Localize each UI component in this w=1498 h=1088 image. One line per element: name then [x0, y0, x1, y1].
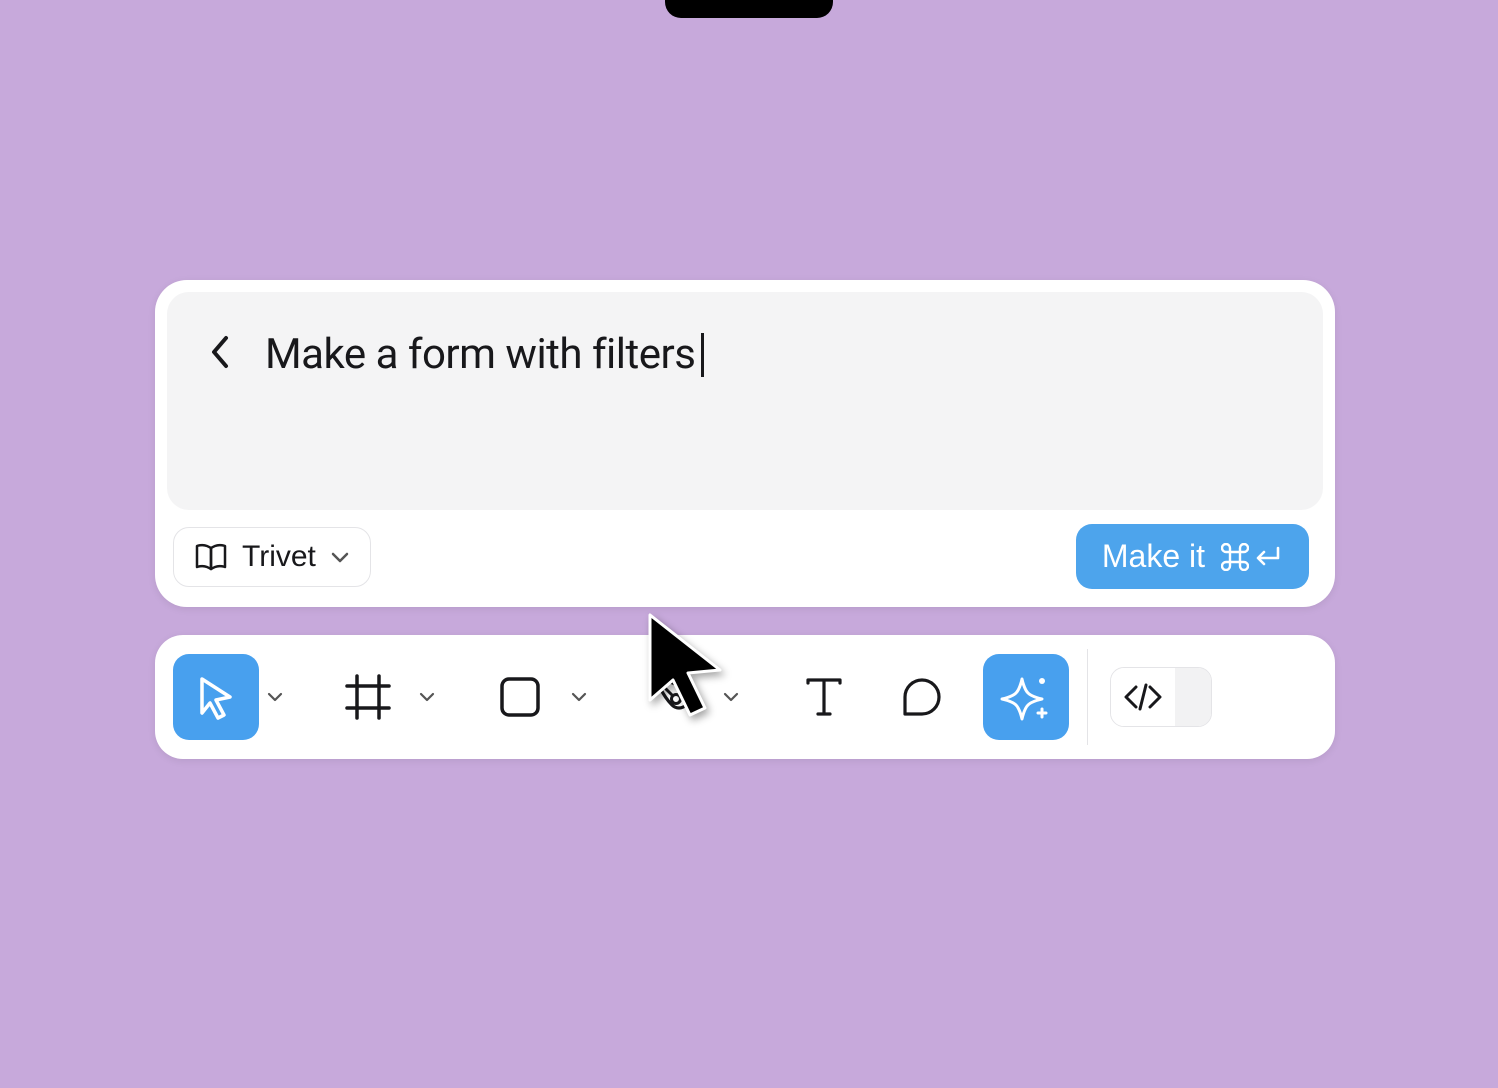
pen-tool-button[interactable] [629, 654, 715, 740]
move-tool-group [173, 654, 289, 740]
frame-icon [343, 672, 393, 722]
shape-tool-button[interactable] [477, 654, 563, 740]
frame-tool-chevron[interactable] [413, 691, 441, 703]
comment-icon [897, 672, 947, 722]
command-icon [1221, 543, 1249, 571]
back-button[interactable] [209, 330, 231, 370]
move-tool-button[interactable] [173, 654, 259, 740]
prompt-footer: Trivet Make it [167, 510, 1323, 595]
chevron-down-icon [419, 691, 435, 703]
prompt-text[interactable]: Make a form with filters [265, 330, 704, 380]
text-cursor [701, 333, 704, 377]
make-it-button[interactable]: Make it [1076, 524, 1309, 589]
chevron-down-icon [723, 691, 739, 703]
dev-toggle-secondary[interactable] [1175, 668, 1211, 726]
make-it-label: Make it [1102, 538, 1205, 575]
library-label: Trivet [242, 540, 316, 574]
chevron-left-icon [209, 334, 231, 370]
camera-notch [665, 0, 833, 18]
pen-icon [646, 671, 698, 723]
prompt-input-area[interactable]: Make a form with filters [167, 292, 1323, 510]
shape-tool-group [477, 654, 593, 740]
toolbar-divider [1087, 649, 1088, 745]
move-tool-chevron[interactable] [261, 691, 289, 703]
shape-tool-chevron[interactable] [565, 691, 593, 703]
enter-icon [1253, 545, 1283, 569]
chevron-down-icon [330, 550, 350, 564]
shortcut-hint [1221, 543, 1283, 571]
sparkle-icon [1000, 671, 1052, 723]
ai-tool-button[interactable] [983, 654, 1069, 740]
frame-tool-button[interactable] [325, 654, 411, 740]
cursor-icon [194, 673, 238, 721]
frame-tool-group [325, 654, 441, 740]
library-selector[interactable]: Trivet [173, 527, 371, 587]
dev-code-button[interactable] [1111, 668, 1175, 726]
pen-tool-chevron[interactable] [717, 691, 745, 703]
book-icon [194, 542, 228, 572]
pen-tool-group [629, 654, 745, 740]
text-tool-button[interactable] [781, 654, 867, 740]
prompt-text-value: Make a form with filters [265, 330, 695, 380]
chevron-down-icon [571, 691, 587, 703]
dev-mode-toggle[interactable] [1110, 667, 1212, 727]
text-icon [800, 673, 848, 721]
prompt-panel: Make a form with filters Trivet Make it [155, 280, 1335, 607]
chevron-down-icon [267, 691, 283, 703]
code-icon [1122, 682, 1164, 712]
rectangle-icon [495, 672, 545, 722]
toolbar [155, 635, 1335, 759]
comment-tool-button[interactable] [879, 654, 965, 740]
